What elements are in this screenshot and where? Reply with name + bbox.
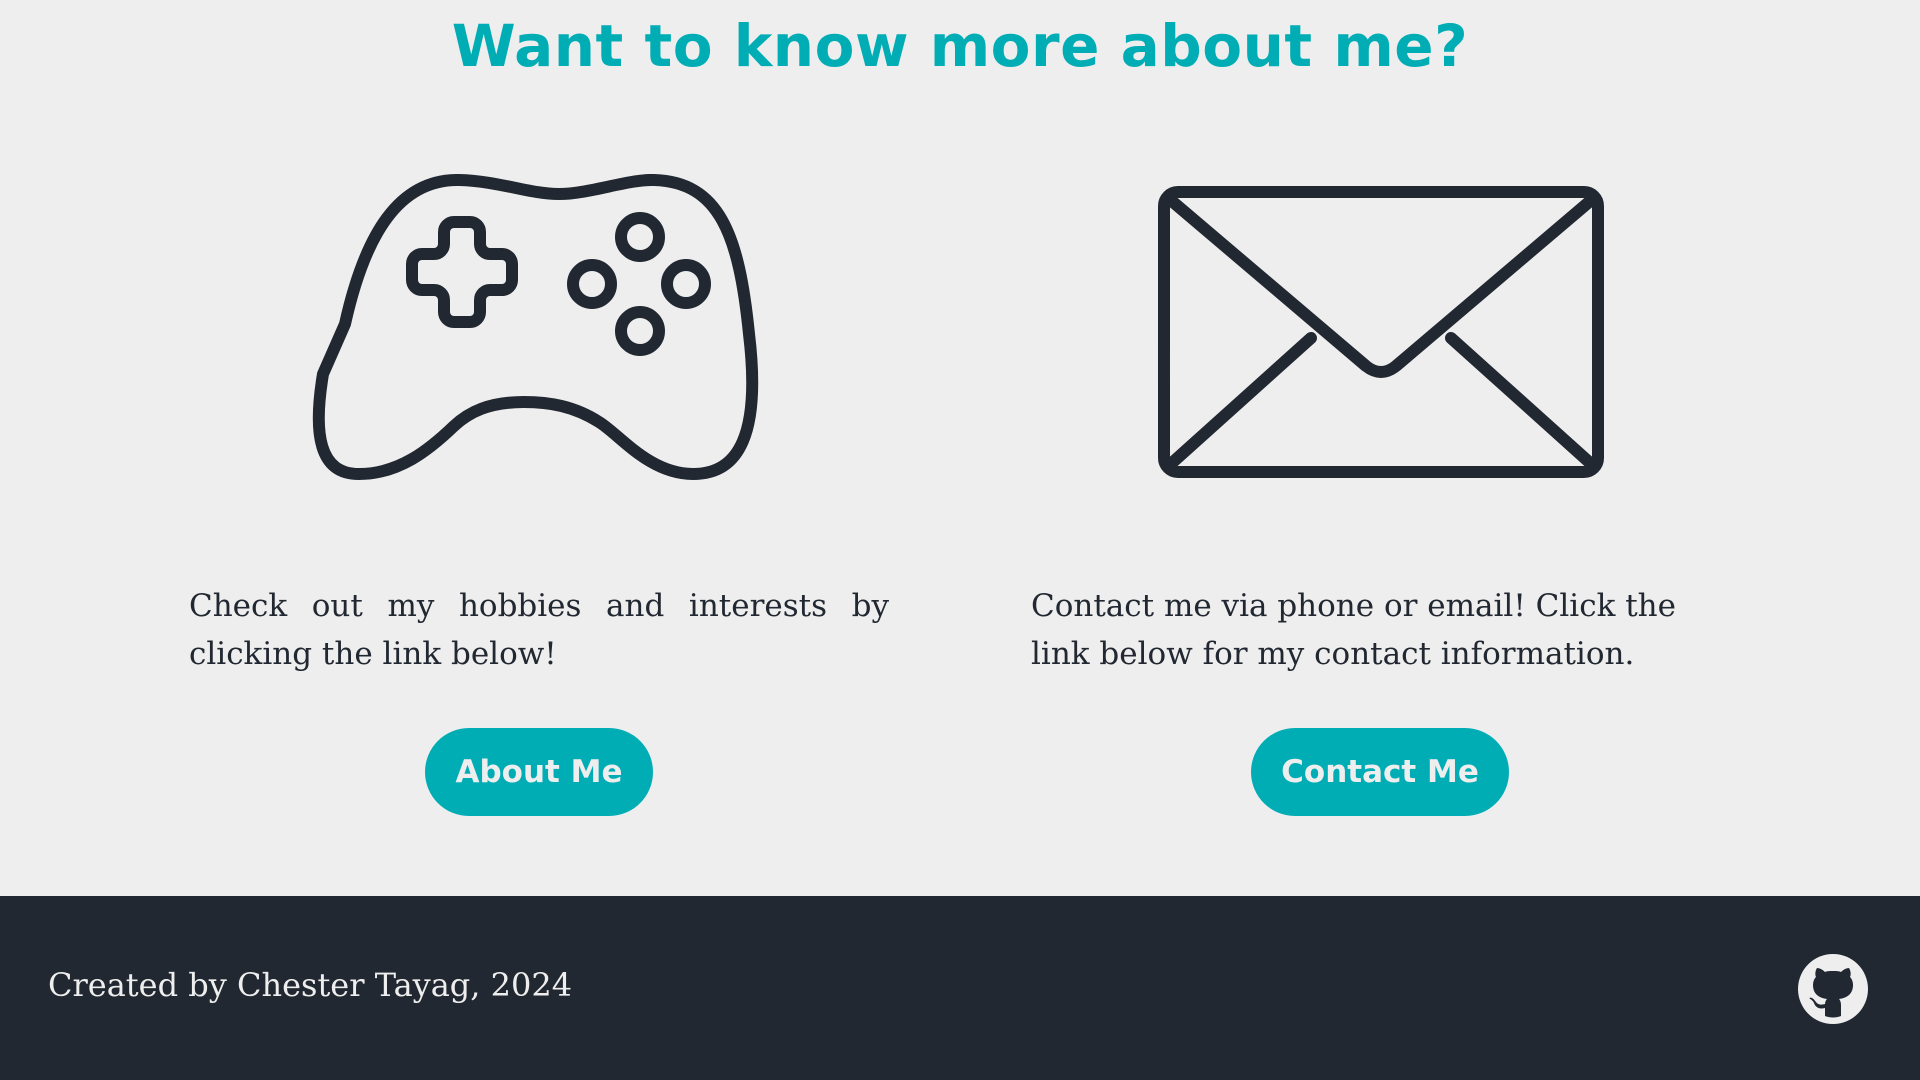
contact-me-button[interactable]: Contact Me: [1251, 728, 1509, 816]
contact-description: Contact me via phone or email! Click the…: [1031, 588, 1676, 672]
hobbies-description: Check out my hobbies and interests by cl…: [189, 588, 889, 672]
github-link[interactable]: [1798, 954, 1868, 1024]
footer-credit: Created by Chester Tayag, 2024: [48, 966, 573, 1004]
envelope-icon-container: [1031, 150, 1731, 510]
envelope-icon: [1158, 186, 1604, 478]
gamepad-icon-container: [189, 150, 889, 510]
gamepad-icon: [312, 174, 759, 480]
github-icon: [1798, 954, 1868, 1024]
about-me-button[interactable]: About Me: [425, 728, 653, 816]
footer: Created by Chester Tayag, 2024: [0, 896, 1920, 1080]
page-title: Want to know more about me?: [451, 12, 1469, 80]
